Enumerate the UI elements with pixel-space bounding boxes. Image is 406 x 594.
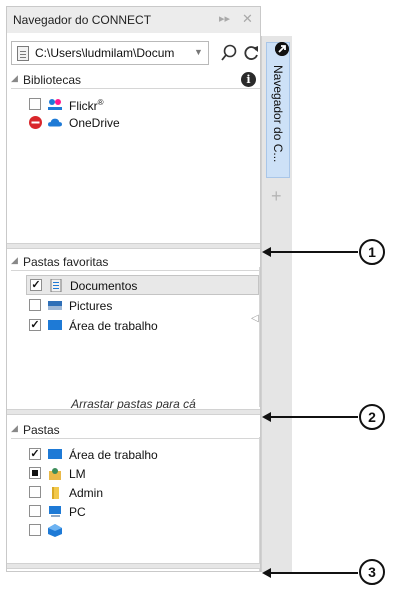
panel-title: Navegador do CONNECT: [13, 13, 152, 27]
pictures-icon: [48, 301, 62, 310]
callout-1: 1: [359, 239, 385, 265]
dock-side-tabs: Navegador do C... +: [261, 36, 292, 572]
favorites-right-border: [259, 267, 260, 407]
user-folder-icon: [49, 468, 61, 480]
divider: [11, 88, 260, 89]
desktop-icon: [48, 449, 62, 459]
library-label: Flickr®: [69, 98, 104, 113]
libraries-header[interactable]: ◢ Bibliotecas i: [11, 71, 260, 89]
checkbox[interactable]: [29, 98, 41, 110]
collapse-triangle-icon[interactable]: ◢: [11, 73, 18, 84]
checkbox[interactable]: [29, 486, 41, 498]
folder-item-admin[interactable]: Admin: [29, 483, 257, 501]
splitter-folders[interactable]: [7, 409, 260, 415]
favorite-item-documentos[interactable]: Documentos: [26, 275, 259, 295]
path-row: C:\Users\ludmilam\Docum ▼: [11, 41, 258, 67]
path-value: C:\Users\ludmilam\Docum: [35, 46, 175, 60]
favorite-label: Área de trabalho: [69, 319, 158, 333]
callout-arrowhead-2: [262, 412, 271, 422]
favorite-label: Pictures: [69, 299, 113, 313]
folder-label: PC: [69, 505, 86, 519]
libraries-title: Bibliotecas: [23, 73, 82, 87]
callout-arrow-2: [268, 416, 358, 418]
folder-item-network[interactable]: [29, 521, 257, 539]
folder-label: Admin: [69, 486, 104, 500]
callout-arrowhead-1: [262, 247, 271, 257]
divider: [11, 438, 260, 439]
onedrive-icon: [48, 118, 62, 127]
callout-arrow-3: [268, 572, 358, 574]
connect-logo-icon: [275, 42, 289, 56]
folder-item-area-de-trabalho[interactable]: Área de trabalho: [29, 445, 257, 463]
splitter-favorites[interactable]: [7, 243, 260, 249]
network-icon: [48, 524, 62, 537]
panel-titlebar: Navegador do CONNECT ▸▸ ✕: [7, 7, 260, 33]
chevron-down-icon[interactable]: ▼: [194, 47, 203, 57]
folder-label: LM: [69, 467, 86, 481]
info-icon[interactable]: i: [241, 72, 256, 87]
folder-item-pc[interactable]: PC: [29, 502, 257, 520]
folders-title: Pastas: [23, 423, 60, 437]
folder-label: Área de trabalho: [69, 448, 158, 462]
path-combobox[interactable]: C:\Users\ludmilam\Docum ▼: [11, 41, 209, 65]
flickr-icon: [48, 99, 62, 110]
checkbox[interactable]: [30, 279, 42, 291]
library-label: OneDrive: [69, 116, 120, 130]
checkbox[interactable]: [29, 299, 41, 311]
callout-2: 2: [359, 404, 385, 430]
callout-arrowhead-3: [262, 568, 271, 578]
side-tab-label: Navegador do C...: [271, 65, 285, 163]
divider: [11, 270, 260, 271]
checkbox[interactable]: [29, 319, 41, 331]
folder-icon: [52, 487, 59, 499]
checkbox[interactable]: [29, 467, 41, 479]
documents-icon: [50, 279, 62, 292]
search-icon[interactable]: [221, 43, 237, 63]
connect-navigator-panel: Navegador do CONNECT ▸▸ ✕ C:\Users\ludmi…: [6, 6, 261, 572]
checkbox[interactable]: [29, 505, 41, 517]
checkbox[interactable]: [29, 524, 41, 536]
collapse-triangle-icon[interactable]: ◢: [11, 255, 18, 266]
favorite-item-pictures[interactable]: Pictures: [29, 296, 257, 314]
close-icon[interactable]: ✕: [242, 12, 253, 25]
favorite-label: Documentos: [70, 279, 138, 293]
pin-arrows-icon[interactable]: ▸▸: [219, 13, 230, 25]
folders-right-border: [259, 437, 260, 571]
document-icon: [17, 46, 29, 61]
callout-3: 3: [359, 559, 385, 585]
folder-item-lm[interactable]: LM: [29, 464, 257, 482]
desktop-icon: [48, 320, 62, 330]
favorites-title: Pastas favoritas: [23, 255, 109, 269]
callout-arrow-1: [268, 251, 358, 253]
refresh-icon[interactable]: [242, 43, 260, 63]
blocked-icon: [29, 116, 42, 129]
favorites-header[interactable]: ◢ Pastas favoritas: [11, 253, 260, 271]
computer-icon: [49, 506, 61, 517]
library-item-flickr[interactable]: Flickr®: [29, 95, 257, 113]
side-tab-navigator[interactable]: Navegador do C...: [266, 42, 290, 178]
splitter-bottom[interactable]: [7, 563, 260, 569]
folders-header[interactable]: ◢ Pastas: [11, 421, 260, 439]
plus-icon[interactable]: +: [271, 186, 282, 207]
collapse-left-arrow-icon[interactable]: ◁: [251, 313, 259, 324]
checkbox[interactable]: [29, 448, 41, 460]
library-item-onedrive[interactable]: OneDrive: [29, 113, 257, 131]
collapse-triangle-icon[interactable]: ◢: [11, 423, 18, 434]
favorite-item-area-de-trabalho[interactable]: Área de trabalho: [29, 316, 257, 334]
